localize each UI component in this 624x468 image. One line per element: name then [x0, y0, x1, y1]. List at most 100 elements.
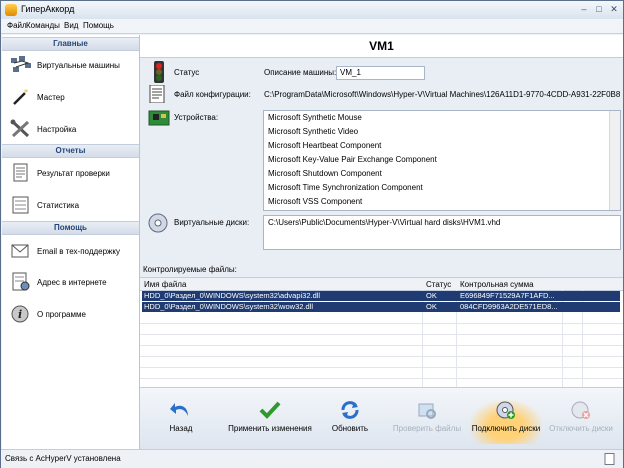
sidebar-item-email-support[interactable]: Email в тех-поддержку: [2, 238, 139, 264]
tools-icon: [10, 119, 30, 138]
list-item[interactable]: Microsoft Heartbeat Component: [264, 139, 620, 153]
row-divider: [140, 356, 623, 357]
apply-changes-button[interactable]: Применить изменения: [228, 400, 312, 444]
sidebar-item-settings[interactable]: Настройка: [2, 116, 139, 142]
column-header-checksum[interactable]: Контрольная сумма: [460, 280, 534, 289]
status-bar: Связь с AcHyperV установлена: [1, 449, 623, 468]
sidebar-item-wizard[interactable]: * Мастер: [2, 84, 139, 110]
check-files-button[interactable]: Проверить файлы: [392, 400, 462, 444]
back-button[interactable]: Назад: [160, 400, 202, 444]
sidebar-item-label: Мастер: [37, 93, 65, 102]
magic-wand-icon: *: [13, 88, 28, 105]
sidebar-item-label: Результат проверки: [37, 169, 110, 178]
back-arrow-icon: [170, 403, 188, 416]
virtual-machines-icon: [11, 56, 31, 72]
sidebar-item-label: Адрес в интернете: [37, 278, 107, 287]
status-label: Статус: [174, 68, 200, 77]
file-status-cell: OK: [426, 302, 437, 311]
svg-text:*: *: [24, 88, 28, 97]
disks-list[interactable]: C:\Users\Public\Documents\Hyper-V\Virtua…: [263, 215, 621, 250]
config-file-icon: [149, 85, 165, 103]
check-files-label: Проверить файлы: [392, 424, 462, 433]
menu-commands[interactable]: Команды: [26, 21, 60, 30]
disconnect-disks-button[interactable]: Отключить диски: [546, 400, 616, 444]
refresh-label: Обновить: [331, 424, 369, 433]
connect-disks-label: Подключить диски: [471, 424, 541, 433]
monitored-files-label: Контролируемые файлы:: [143, 265, 237, 274]
apply-changes-label: Применить изменения: [228, 424, 312, 433]
title-bar: ГиперАккорд – □ ✕: [1, 1, 623, 20]
back-button-label: Назад: [169, 424, 193, 433]
minimize-icon[interactable]: –: [578, 4, 590, 15]
sidebar-item-label: Статистика: [37, 201, 80, 210]
connect-disk-icon: [496, 401, 515, 419]
close-icon[interactable]: ✕: [608, 4, 620, 15]
table-row[interactable]: HDD_0\Раздел_0\WINDOWS\system32\advapi32…: [142, 291, 620, 301]
row-divider: [140, 323, 623, 324]
monitored-files-table: Имя файла Статус Контрольная сумма HDD_0…: [140, 277, 623, 388]
description-input[interactable]: VM_1: [336, 66, 425, 80]
config-label: Файл конфигурации:: [174, 90, 251, 99]
sidebar-section-main: Главные: [2, 37, 139, 51]
sidebar-item-statistics[interactable]: Статистика: [2, 192, 139, 218]
connect-disks-button[interactable]: Подключить диски: [470, 400, 542, 444]
virtual-disk-icon: [148, 213, 168, 233]
file-checksum-cell: E696849F71529A7F1AFD...: [460, 291, 555, 300]
status-text: Связь с AcHyperV установлена: [5, 454, 121, 463]
svg-text:i: i: [18, 308, 22, 321]
sidebar-item-label: Email в тех-поддержку: [37, 247, 120, 256]
app-logo-icon: [5, 4, 17, 16]
traffic-light-icon: [154, 61, 164, 83]
window-title: ГиперАккорд: [21, 4, 75, 14]
row-divider: [140, 345, 623, 346]
vm-name-header: VM1: [140, 35, 623, 58]
column-header-filename[interactable]: Имя файла: [144, 280, 186, 289]
refresh-button[interactable]: Обновить: [326, 400, 374, 444]
refresh-icon: [341, 401, 359, 419]
menu-file[interactable]: Файл: [7, 21, 27, 30]
devices-list[interactable]: Microsoft Synthetic Mouse Microsoft Synt…: [263, 110, 621, 211]
sidebar-item-label: О программе: [37, 310, 86, 319]
list-item[interactable]: Microsoft Key-Value Pair Exchange Compon…: [264, 153, 620, 167]
list-item[interactable]: Microsoft Shutdown Component: [264, 167, 620, 181]
file-status-cell: OK: [426, 291, 437, 300]
column-header-status[interactable]: Статус: [426, 280, 451, 289]
menu-view[interactable]: Вид: [64, 21, 78, 30]
app-window: ГиперАккорд – □ ✕ Файл Команды Вид Помощ…: [0, 0, 624, 468]
devices-scrollbar[interactable]: [609, 111, 620, 210]
sidebar-item-label: Настройка: [37, 125, 77, 134]
statistics-icon: [12, 196, 29, 214]
list-item[interactable]: Microsoft VSS Component: [264, 195, 620, 209]
report-icon: [13, 163, 28, 182]
list-item[interactable]: Microsoft Synthetic Mouse: [264, 111, 620, 125]
sidebar-item-check-results[interactable]: Результат проверки: [2, 160, 139, 186]
sidebar-item-about[interactable]: i О программе: [2, 301, 139, 327]
maximize-icon[interactable]: □: [593, 4, 605, 15]
email-icon: [11, 244, 29, 258]
table-row[interactable]: HDD_0\Раздел_0\WINDOWS\system32\wow32.dl…: [142, 302, 620, 312]
menu-bar: Файл Команды Вид Помощь: [1, 19, 623, 34]
list-item[interactable]: Microsoft Time Synchronization Component: [264, 181, 620, 195]
action-toolbar: Назад Применить изменения Обновить Прове…: [140, 387, 623, 450]
row-divider: [140, 334, 623, 335]
sidebar-item-web-address[interactable]: Адрес в интернете: [2, 269, 139, 295]
sidebar-section-help: Помощь: [2, 221, 139, 235]
sidebar-item-virtual-machines[interactable]: Виртуальные машины: [2, 52, 139, 78]
check-files-icon: [418, 403, 436, 419]
menu-help[interactable]: Помощь: [83, 21, 114, 30]
row-divider: [140, 367, 623, 368]
file-name-cell: HDD_0\Раздел_0\WINDOWS\system32\wow32.dl…: [144, 302, 313, 311]
devices-board-icon: [148, 110, 170, 126]
list-item[interactable]: Microsoft Synthetic Video: [264, 125, 620, 139]
sidebar-section-reports: Отчеты: [2, 144, 139, 158]
table-header: Имя файла Статус Контрольная сумма: [140, 278, 623, 291]
main-panel: VM1 Статус Описание машины: VM_1 Файл ко…: [140, 35, 623, 450]
devices-label: Устройства:: [174, 113, 219, 122]
sidebar: Главные Виртуальные машины * Мастер Наст…: [2, 35, 140, 449]
list-item[interactable]: C:\Users\Public\Documents\Hyper-V\Virtua…: [264, 216, 620, 230]
info-icon: i: [11, 305, 29, 323]
description-label: Описание машины:: [264, 68, 337, 77]
disconnect-disks-label: Отключить диски: [549, 424, 613, 433]
config-path: C:\ProgramData\Microsoft\Windows\Hyper-V…: [264, 90, 620, 99]
file-checksum-cell: 084CFD9963A2DE571ED8...: [460, 302, 558, 311]
